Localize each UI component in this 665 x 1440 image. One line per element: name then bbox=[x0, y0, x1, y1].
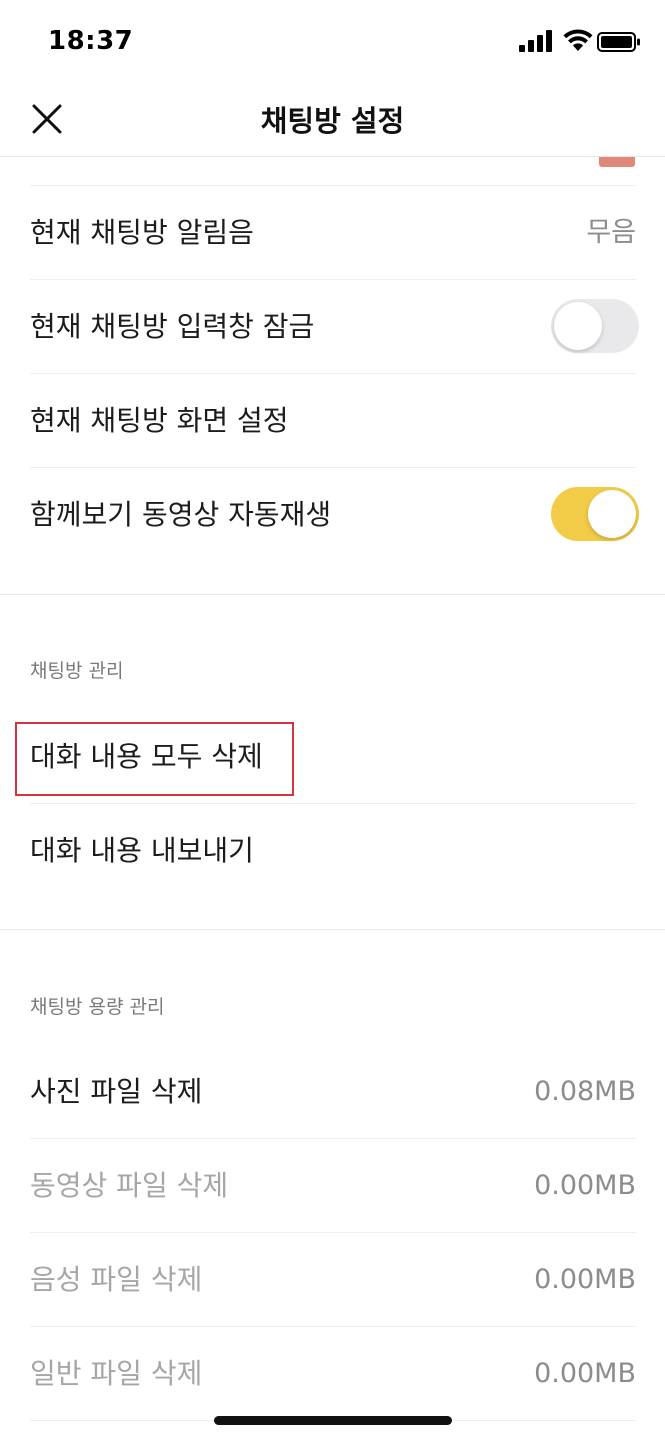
alert-sound-value: 무음 bbox=[586, 217, 636, 248]
alert-sound-label: 현재 채팅방 알림음 bbox=[30, 216, 254, 249]
toggle-knob bbox=[588, 490, 636, 538]
general-delete-label: 일반 파일 삭제 bbox=[30, 1357, 203, 1390]
section-divider bbox=[0, 929, 665, 930]
export-row[interactable]: 대화 내용 내보내기 bbox=[30, 804, 636, 897]
storage-management-header: 채팅방 용량 관리 bbox=[30, 996, 165, 1018]
photo-size-value: 0.08MB bbox=[534, 1076, 636, 1107]
chat-management-header: 채팅방 관리 bbox=[30, 660, 124, 682]
cellular-signal-icon bbox=[519, 30, 552, 52]
settings-row-partial bbox=[30, 92, 636, 186]
voice-delete-row[interactable]: 음성 파일 삭제 0.00MB bbox=[30, 1233, 636, 1327]
input-lock-row: 현재 채팅방 입력창 잠금 bbox=[30, 280, 639, 374]
battery-icon bbox=[597, 32, 640, 52]
status-time: 18:37 bbox=[48, 26, 134, 56]
delete-all-row[interactable]: 대화 내용 모두 삭제 bbox=[30, 710, 636, 804]
home-indicator[interactable] bbox=[214, 1416, 452, 1425]
export-label: 대화 내용 내보내기 bbox=[30, 834, 254, 867]
screen-settings-row[interactable]: 현재 채팅방 화면 설정 bbox=[30, 374, 636, 468]
section-divider bbox=[0, 594, 665, 595]
photo-delete-row[interactable]: 사진 파일 삭제 0.08MB bbox=[30, 1045, 636, 1139]
input-lock-toggle[interactable] bbox=[551, 299, 639, 353]
video-delete-row[interactable]: 동영상 파일 삭제 0.00MB bbox=[30, 1139, 636, 1233]
alert-sound-row[interactable]: 현재 채팅방 알림음 무음 bbox=[30, 186, 636, 280]
screen-settings-label: 현재 채팅방 화면 설정 bbox=[30, 404, 289, 437]
delete-all-label: 대화 내용 모두 삭제 bbox=[30, 740, 263, 773]
video-delete-label: 동영상 파일 삭제 bbox=[30, 1169, 229, 1202]
autoplay-row: 함께보기 동영상 자동재생 bbox=[30, 468, 639, 561]
autoplay-toggle[interactable] bbox=[551, 487, 639, 541]
video-size-value: 0.00MB bbox=[534, 1170, 636, 1201]
voice-size-value: 0.00MB bbox=[534, 1264, 636, 1295]
input-lock-label: 현재 채팅방 입력창 잠금 bbox=[30, 310, 315, 343]
toggle-knob bbox=[554, 302, 602, 350]
status-bar: 18:37 bbox=[0, 0, 665, 80]
wifi-icon bbox=[563, 29, 593, 51]
general-delete-row[interactable]: 일반 파일 삭제 0.00MB bbox=[30, 1327, 636, 1421]
photo-delete-label: 사진 파일 삭제 bbox=[30, 1075, 203, 1108]
autoplay-label: 함께보기 동영상 자동재생 bbox=[30, 498, 332, 531]
voice-delete-label: 음성 파일 삭제 bbox=[30, 1263, 203, 1296]
general-size-value: 0.00MB bbox=[534, 1358, 636, 1389]
